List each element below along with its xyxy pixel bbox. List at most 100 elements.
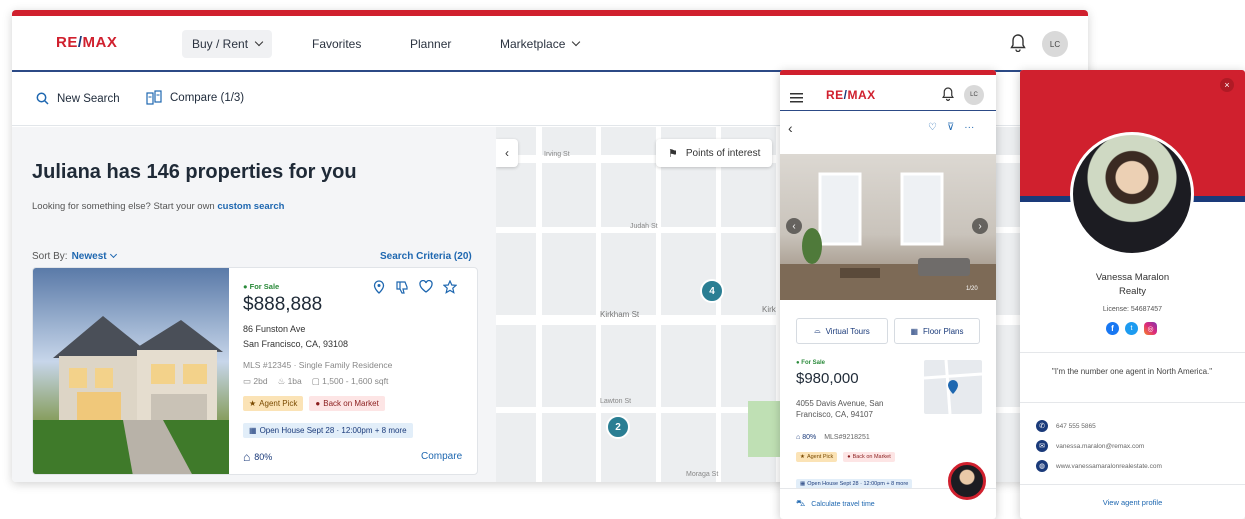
logo-re: RE <box>56 34 78 51</box>
chevron-down-icon <box>254 37 264 47</box>
hamburger-menu-icon[interactable] <box>790 90 803 108</box>
listing-score: ⌂ 80% <box>243 450 272 464</box>
mobile-actions: ♡ ⊽ ··· <box>928 122 974 133</box>
agent-divider-mid <box>1020 402 1245 403</box>
flag-icon: ⚑ <box>668 147 678 160</box>
floor-plan-icon: ▦ <box>910 326 919 336</box>
compare-icon <box>146 90 162 105</box>
avenue-1 <box>536 127 542 482</box>
listing-actions <box>373 280 457 294</box>
listing-status-text: For Sale <box>249 282 280 291</box>
instagram-icon[interactable]: ◎ <box>1144 322 1157 335</box>
logo-max: MAX <box>82 34 118 51</box>
listing-specs: ▭ 2bd ♨ 1ba ▢ 1,500 - 1,600 sqft <box>243 376 388 387</box>
map-label-judah: Judah St <box>630 223 658 230</box>
new-search-button[interactable]: New Search <box>36 92 120 105</box>
heart-icon[interactable] <box>419 280 433 293</box>
compare-button[interactable]: Compare (1/3) <box>146 90 244 106</box>
listing-photo[interactable] <box>33 268 229 474</box>
mobile-listing-price: $980,000 <box>796 370 859 387</box>
car-icon: ⛍ <box>796 498 806 508</box>
agent-name: Vanessa Maralon <box>1095 272 1170 283</box>
map-label-moraga: Moraga St <box>686 471 719 478</box>
mobile-remax-logo[interactable]: RE/MAX <box>826 88 876 102</box>
beds-value: 2bd <box>253 376 268 386</box>
more-options-icon[interactable]: ··· <box>964 122 974 133</box>
agent-email[interactable]: ✉ vanessa.maralon@remax.com <box>1036 440 1144 452</box>
nav-marketplace[interactable]: Marketplace <box>490 30 589 58</box>
nav-buy-rent[interactable]: Buy / Rent <box>182 30 273 58</box>
bath-spec: ♨ 1ba <box>277 376 302 386</box>
agent-website-text: www.vanessamaralonrealestate.com <box>1056 462 1162 470</box>
custom-search-link[interactable]: custom search <box>217 201 284 212</box>
mobile-listing-meta: ⌂ 80% MLS#9218251 <box>796 434 870 441</box>
logo-re: RE <box>826 88 844 102</box>
remax-logo[interactable]: RE/MAX <box>56 34 117 51</box>
agent-company: Realty <box>1119 286 1146 297</box>
house-illustration <box>33 316 229 474</box>
nav-favorites[interactable]: Favorites <box>302 30 371 58</box>
agent-website[interactable]: ◍ www.vanessamaralonrealestate.com <box>1036 460 1162 472</box>
search-icon <box>36 92 49 105</box>
view-agent-profile-link[interactable]: View agent profile <box>1020 498 1245 507</box>
bell-icon[interactable] <box>1010 34 1026 57</box>
heart-icon[interactable]: ♡ <box>928 122 937 133</box>
search-criteria-link[interactable]: Search Criteria (20) <box>380 251 472 262</box>
user-avatar[interactable]: LC <box>1042 31 1068 57</box>
avenue-2 <box>596 127 601 482</box>
compare-label: Compare (1/3) <box>170 92 245 104</box>
compare-link[interactable]: Compare <box>421 451 462 462</box>
back-arrow-icon[interactable]: ‹ <box>788 120 793 136</box>
nav-buy-rent-label: Buy / Rent <box>192 37 249 51</box>
vr-icon: ⌓ <box>814 326 821 335</box>
close-icon[interactable]: × <box>1220 78 1234 92</box>
mobile-listing-photo[interactable]: ‹ › 1/20 <box>780 154 996 300</box>
back-on-market-badge: ● Back on Market <box>843 452 895 462</box>
twitter-icon[interactable]: t <box>1125 322 1138 335</box>
floor-plans-button[interactable]: ▦ Floor Plans <box>894 318 980 344</box>
mobile-mls: MLS#9218251 <box>824 434 870 441</box>
agent-avatar-bubble[interactable] <box>948 462 986 500</box>
mobile-listing-address: 4055 Davis Avenue, San Francisco, CA, 94… <box>796 399 884 419</box>
bell-icon[interactable] <box>942 87 954 106</box>
agent-email-text: vanessa.maralon@remax.com <box>1056 442 1145 450</box>
mobile-status-text: For Sale <box>801 360 825 366</box>
listing-address-line2: San Francisco, CA, 93108 <box>243 339 349 349</box>
star-icon[interactable] <box>443 280 457 294</box>
mobile-brand-stripe <box>780 70 996 75</box>
map-cluster-marker[interactable]: 2 <box>606 415 630 439</box>
new-search-label: New Search <box>57 92 120 105</box>
facebook-icon[interactable]: f <box>1106 322 1119 335</box>
photo-prev-button[interactable]: ‹ <box>786 218 802 234</box>
map-pin-icon[interactable] <box>373 280 385 294</box>
agent-phone-text: 647 555 5865 <box>1056 422 1096 430</box>
globe-icon: ◍ <box>1036 460 1048 472</box>
nav-planner[interactable]: Planner <box>400 30 461 58</box>
listing-status: ● For Sale <box>243 282 280 291</box>
points-of-interest-label: Points of interest <box>685 147 761 159</box>
agent-pick-text: Agent Pick <box>259 399 298 408</box>
listing-price: $888,888 <box>243 294 323 315</box>
open-house-badge[interactable]: ▦ Open House Sept 28 · 12:00pm + 8 more <box>243 420 419 438</box>
agent-divider-bottom <box>1020 484 1245 485</box>
agent-phone[interactable]: ✆ 647 555 5865 <box>1036 420 1096 432</box>
mobile-user-avatar[interactable]: LC <box>964 85 984 105</box>
phone-icon: ✆ <box>1036 420 1048 432</box>
points-of-interest-button[interactable]: ⚑ Points of interest <box>656 139 773 167</box>
agent-pick-badge: ★ Agent Pick <box>796 452 838 462</box>
thumbs-down-icon[interactable]: ⊽ <box>947 122 954 133</box>
map-cluster-marker[interactable]: 4 <box>700 279 724 303</box>
thumbs-down-icon[interactable] <box>395 280 409 294</box>
calculate-travel-time-link[interactable]: ⛍ Calculate travel time <box>796 498 875 510</box>
home-icon: ⌂ <box>243 450 251 464</box>
collapse-panel-button[interactable]: ‹ <box>496 139 518 167</box>
photo-next-button[interactable]: › <box>972 218 988 234</box>
virtual-tours-button[interactable]: ⌓ Virtual Tours <box>796 318 888 344</box>
listing-tags: ★ Agent Pick ● Back on Market <box>243 396 391 411</box>
mobile-listing-view: RE/MAX LC ‹ ♡ ⊽ ··· ‹ › 1/20 ⌓ Virtual To… <box>780 70 996 519</box>
chevron-down-icon <box>572 37 581 47</box>
agent-social-links: f t ◎ <box>1106 322 1157 335</box>
sort-control[interactable]: Sort By: Newest <box>32 250 117 262</box>
listing-card[interactable]: ● For Sale $888,888 86 Funston Ave San F… <box>32 267 478 475</box>
mobile-mini-map[interactable] <box>923 359 983 415</box>
